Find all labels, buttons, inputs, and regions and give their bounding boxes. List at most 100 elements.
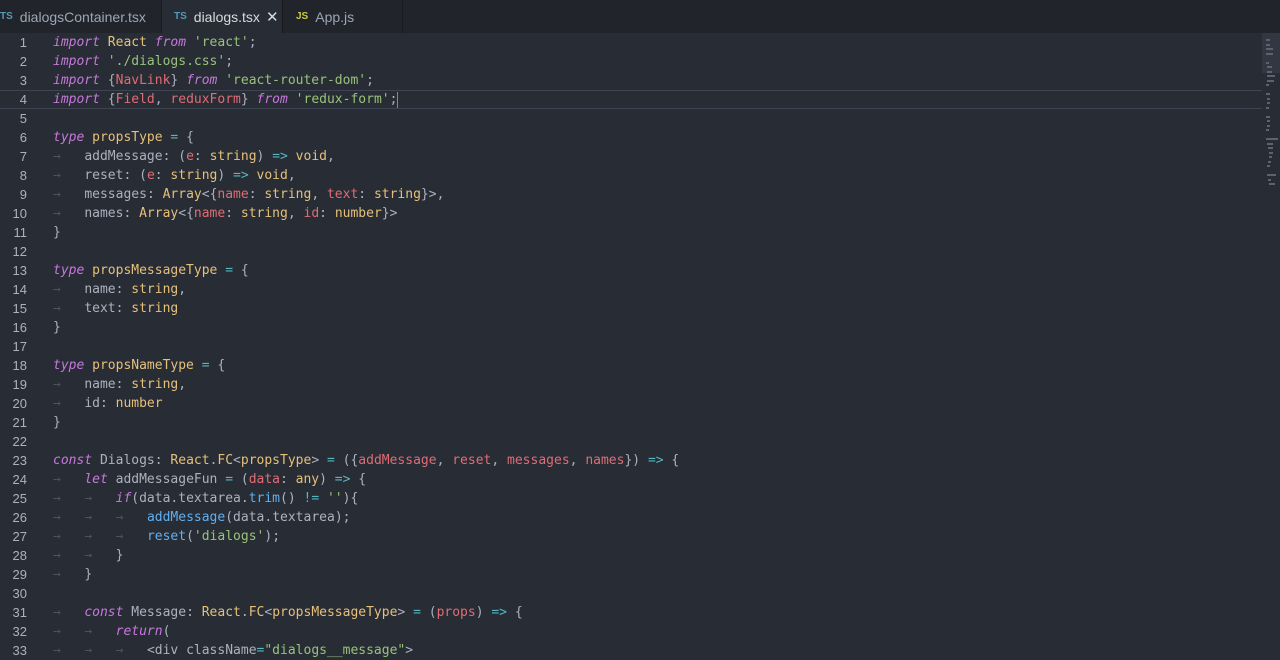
- code-text: → let addMessageFun = (data: any) => {: [53, 472, 367, 487]
- minimap-line: [1268, 178, 1271, 181]
- code-line[interactable]: 33 → → → <div className="dialogs__message…: [0, 641, 1262, 660]
- code-text: → name: string,: [53, 377, 187, 392]
- code-line[interactable]: 14 → name: string,: [0, 280, 1262, 299]
- code-line[interactable]: 2 import './dialogs.css';: [0, 52, 1262, 71]
- minimap-line: [1267, 165, 1270, 167]
- code-text: import {NavLink} from 'react-router-dom'…: [53, 73, 374, 88]
- line-number: 5: [19, 111, 27, 126]
- code-line[interactable]: 23 const Dialogs: React.FC<propsType> = (…: [0, 451, 1262, 470]
- line-number: 20: [12, 396, 27, 411]
- line-number: 1: [19, 35, 27, 50]
- line-number: 3: [19, 73, 27, 88]
- code-line[interactable]: 9 → messages: Array<{name: string, text: …: [0, 185, 1262, 204]
- tab-app-js[interactable]: JS App.js: [283, 0, 403, 33]
- code-line[interactable]: 17: [0, 337, 1262, 356]
- code-line[interactable]: 1 import React from 'react';: [0, 33, 1262, 52]
- minimap-line: [1266, 43, 1270, 46]
- minimap-line: [1267, 66, 1273, 68]
- code-line[interactable]: 32 → → return(: [0, 622, 1262, 641]
- code-line[interactable]: 24 → let addMessageFun = (data: any) => {: [0, 470, 1262, 489]
- minimap-line: [1266, 106, 1269, 109]
- line-number: 23: [12, 453, 27, 468]
- code-text: }: [53, 320, 61, 335]
- code-line[interactable]: 10 → names: Array<{name: string, id: numb…: [0, 204, 1262, 223]
- code-text: type propsType = {: [53, 130, 194, 145]
- minimap-line: [1267, 142, 1273, 145]
- line-number: 33: [12, 643, 27, 658]
- line-number: 14: [12, 282, 27, 297]
- code-text: → addMessage: (e: string) => void,: [53, 149, 335, 164]
- minimap-line: [1267, 124, 1270, 127]
- line-number: 30: [12, 586, 27, 601]
- code-line[interactable]: 13 type propsMessageType = {: [0, 261, 1262, 280]
- code-line[interactable]: 3 import {NavLink} from 'react-router-dom…: [0, 71, 1262, 90]
- line-number: 13: [12, 263, 27, 278]
- code-text: → → return(: [53, 624, 171, 639]
- code-line[interactable]: 26 → → → addMessage(data.textarea);: [0, 508, 1262, 527]
- minimap-line: [1268, 147, 1274, 149]
- line-number: 2: [19, 54, 27, 69]
- minimap-line: [1267, 97, 1270, 100]
- code-line[interactable]: 28 → → }: [0, 546, 1262, 565]
- code-line[interactable]: 6 type propsType = {: [0, 128, 1262, 147]
- minimap-line: [1267, 120, 1270, 122]
- code-text: → reset: (e: string) => void,: [53, 168, 296, 183]
- code-text: → → }: [53, 548, 124, 563]
- code-line[interactable]: 19 → name: string,: [0, 375, 1262, 394]
- code-line[interactable]: 18 type propsNameType = {: [0, 356, 1262, 375]
- code-line[interactable]: 15 → text: string: [0, 299, 1262, 318]
- minimap-line: [1266, 48, 1273, 50]
- code-line[interactable]: 21}: [0, 413, 1262, 432]
- code-line[interactable]: 27 → → → reset('dialogs');: [0, 527, 1262, 546]
- code-text: → names: Array<{name: string, id: number…: [53, 206, 398, 221]
- minimap-line: [1268, 160, 1271, 163]
- tab-label: App.js: [315, 8, 355, 25]
- code-line[interactable]: 5: [0, 109, 1262, 128]
- minimap[interactable]: [1266, 33, 1280, 193]
- javascript-file-icon: JS: [296, 11, 309, 22]
- code-text: → messages: Array<{name: string, text: s…: [53, 187, 445, 202]
- line-number: 12: [12, 244, 27, 259]
- line-number: 24: [12, 472, 27, 487]
- typescript-file-icon: TS: [0, 11, 13, 22]
- code-line[interactable]: 30: [0, 584, 1262, 603]
- line-number: 26: [12, 510, 27, 525]
- code-text: import './dialogs.css';: [53, 54, 234, 69]
- line-number: 8: [19, 168, 27, 183]
- code-text: }: [53, 415, 61, 430]
- code-line[interactable]: 16}: [0, 318, 1262, 337]
- code-text: import {Field, reduxForm} from 'redux-fo…: [53, 91, 399, 108]
- line-number: 27: [12, 529, 27, 544]
- minimap-line: [1266, 84, 1269, 86]
- code-text: → → → reset('dialogs');: [53, 529, 281, 544]
- text-cursor: [397, 91, 399, 108]
- line-number: 17: [12, 339, 27, 354]
- code-line[interactable]: 22: [0, 432, 1262, 451]
- code-line[interactable]: 25 → → if(data.textarea.trim() != ''){: [0, 489, 1262, 508]
- code-line[interactable]: 11}: [0, 223, 1262, 242]
- line-number: 11: [13, 225, 28, 240]
- code-line[interactable]: 8 → reset: (e: string) => void,: [0, 166, 1262, 185]
- code-line[interactable]: 4 import {Field, reduxForm} from 'redux-f…: [0, 90, 1262, 109]
- code-line[interactable]: 29 → }: [0, 565, 1262, 584]
- line-number: 29: [12, 567, 27, 582]
- minimap-line: [1267, 102, 1270, 104]
- tab-bar: TS dialogsContainer.tsx TS dialogs.tsx ✕…: [0, 0, 1280, 33]
- tab-dialogs[interactable]: TS dialogs.tsx ✕: [162, 0, 283, 33]
- close-icon[interactable]: ✕: [266, 8, 279, 26]
- code-text: type propsMessageType = {: [53, 263, 249, 278]
- code-line[interactable]: 31 → const Message: React.FC<propsMessage…: [0, 603, 1262, 622]
- tab-dialogs-container[interactable]: TS dialogsContainer.tsx: [0, 0, 162, 33]
- code-text: → }: [53, 567, 93, 582]
- minimap-line: [1266, 39, 1271, 41]
- code-text: → → → addMessage(data.textarea);: [53, 510, 351, 525]
- code-text: → text: string: [53, 301, 179, 316]
- code-line[interactable]: 12: [0, 242, 1262, 261]
- minimap-line: [1267, 75, 1275, 77]
- minimap-line: [1266, 138, 1278, 140]
- code-line[interactable]: 20 → id: number: [0, 394, 1262, 413]
- code-text: const Dialogs: React.FC<propsType> = ({a…: [53, 453, 680, 468]
- line-number: 15: [12, 301, 27, 316]
- code-editor[interactable]: 1 import React from 'react'; 2 import './di…: [0, 33, 1280, 658]
- code-line[interactable]: 7 → addMessage: (e: string) => void,: [0, 147, 1262, 166]
